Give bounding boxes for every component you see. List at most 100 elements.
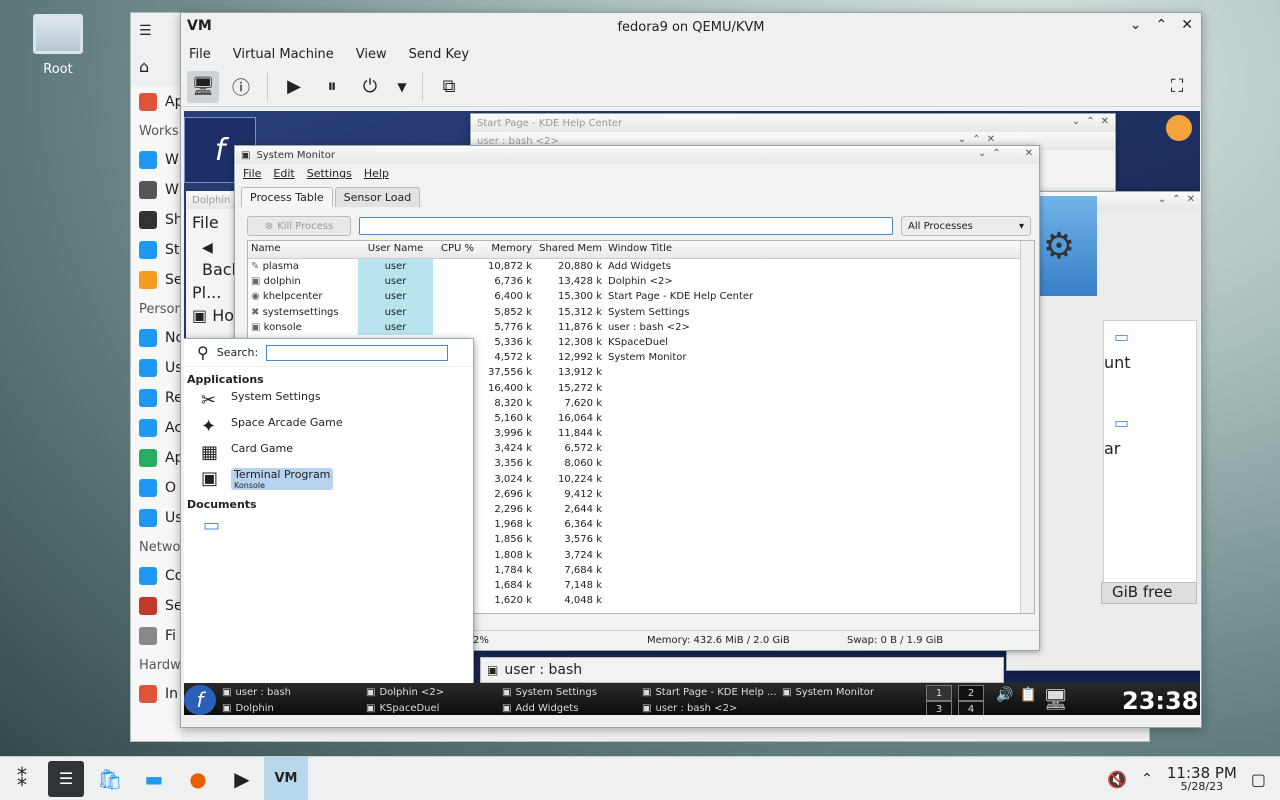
kmenu-app-item[interactable]: ▣ Terminal Program Konsole — [184, 464, 473, 490]
minimize-icon[interactable]: ⌄ — [978, 148, 986, 159]
maximize-icon[interactable]: ⌃ — [1086, 116, 1094, 127]
task-button[interactable]: ▣ Dolphin — [222, 700, 274, 715]
sidebar-item[interactable]: Ap — [131, 443, 181, 473]
sidebar-item[interactable]: Se — [131, 265, 181, 295]
vm-window[interactable]: VM fedora9 on QEMU/KVM ⌄ ⌃ ✕ File Virtual… — [180, 12, 1202, 728]
sidebar-item[interactable]: Fi — [131, 621, 181, 651]
pager-desktop-1[interactable]: 1 — [926, 685, 952, 701]
app-launcher-icon[interactable]: ⁑ — [0, 757, 44, 800]
sidebar-item[interactable]: W — [131, 145, 181, 175]
chevron-up-icon[interactable]: ⌃ — [1156, 17, 1168, 33]
virt-manager-icon[interactable]: VM — [264, 756, 308, 800]
task-button[interactable]: ▣ Dolphin <2> — [366, 684, 444, 700]
close-icon[interactable]: ✕ — [1187, 194, 1195, 205]
sidebar-item[interactable]: Co — [131, 561, 181, 591]
home-icon[interactable]: ⌂ — [139, 57, 149, 76]
desktop-icon-root[interactable]: Root — [28, 14, 88, 77]
close-icon[interactable]: ✕ — [1181, 17, 1193, 33]
kmenu-app-item[interactable]: ✦ Space Arcade Game — [184, 412, 473, 438]
sidebar-item[interactable]: Ac — [131, 413, 181, 443]
task-button[interactable]: ▣ user : bash — [222, 684, 291, 700]
task-button[interactable]: ▣ Add Widgets — [502, 700, 578, 715]
column-header[interactable]: CPU % — [433, 241, 477, 258]
firefox-icon[interactable]: ● — [176, 757, 220, 800]
console-icon[interactable]: 🖥 — [187, 70, 219, 103]
chevron-up-icon[interactable]: ⌃ — [1141, 771, 1153, 787]
table-row[interactable]: ▣ dolphin user 6,736 k 13,428 k Dolphin <2> — [248, 274, 1034, 290]
pager-desktop-4[interactable]: 4 — [958, 701, 984, 715]
terminal-icon[interactable]: ▶ — [220, 757, 264, 800]
computer-icon[interactable]: 🖥 — [1043, 687, 1068, 711]
sidebar-item[interactable]: Sh — [131, 205, 181, 235]
column-header[interactable]: Shared Mem — [535, 241, 605, 258]
table-row[interactable]: ✖ systemsettings user 5,852 k 15,312 k Syste… — [248, 304, 1034, 320]
fullscreen-icon[interactable]: ⛶ — [1161, 71, 1193, 103]
close-icon[interactable]: ✕ — [1025, 148, 1033, 159]
show-desktop-icon[interactable]: ▢ — [1251, 770, 1266, 789]
close-icon[interactable]: ✕ — [1101, 116, 1109, 127]
task-button[interactable]: ▣ System Settings — [502, 684, 597, 700]
maximize-icon[interactable]: ⌃ — [972, 134, 980, 145]
kmenu-app-item[interactable]: ✂ System Settings — [184, 386, 473, 412]
column-header[interactable]: User Name — [358, 241, 433, 258]
table-scrollbar[interactable] — [1020, 241, 1034, 613]
minimize-icon[interactable]: ⌄ — [1072, 116, 1080, 127]
folder-icon[interactable]: ▭ — [184, 511, 473, 540]
pager-desktop-3[interactable]: 3 — [926, 701, 952, 715]
volume-muted-icon[interactable]: 🔇 — [1107, 770, 1127, 789]
pager-desktop-2[interactable]: 2 — [958, 685, 984, 701]
sysmon-menu-item[interactable]: Settings — [307, 167, 352, 180]
settings-app-icon[interactable]: ☰ — [48, 760, 84, 797]
power-icon[interactable]: ⏻ — [354, 71, 386, 103]
sidebar-item[interactable]: W — [131, 175, 181, 205]
sidebar-item[interactable]: Us — [131, 503, 181, 533]
task-button[interactable]: ▣ user : bash <2> — [642, 700, 737, 715]
sidebar-item[interactable]: In — [131, 679, 181, 709]
fedora-menu-icon[interactable]: f — [184, 685, 216, 715]
sidebar-item[interactable]: No — [131, 323, 181, 353]
process-filter-select[interactable]: All Processes ▾ — [901, 216, 1031, 236]
dolphin-file-view[interactable]: ▭ unt ▭ ar — [1103, 320, 1197, 590]
power-dropdown-icon[interactable]: ▼ — [392, 71, 412, 103]
host-clock[interactable]: 11:38 PM 5/28/23 — [1167, 765, 1237, 794]
minimize-icon[interactable]: ⌄ — [1158, 194, 1166, 205]
vm-menu-item[interactable]: Virtual Machine — [233, 47, 334, 62]
sidebar-item[interactable]: Us — [131, 353, 181, 383]
sidebar-item[interactable]: Re — [131, 383, 181, 413]
sysmon-menu-item[interactable]: Help — [364, 167, 389, 180]
snapshots-icon[interactable]: ⧉ — [433, 71, 465, 103]
vm-menu-item[interactable]: View — [356, 47, 387, 62]
column-header[interactable]: Name — [248, 241, 358, 258]
kmenu-search-input[interactable] — [266, 344, 449, 361]
guest-display[interactable]: f Start Page - KDE Help Center ⌄ ⌃ ✕ user :… — [184, 111, 1200, 715]
play-icon[interactable]: ▶ — [278, 71, 310, 103]
vm-menu-item[interactable]: File — [189, 47, 211, 62]
task-button[interactable]: ▣ System Monitor — [782, 684, 874, 700]
maximize-icon[interactable]: ⌃ — [992, 148, 1000, 159]
column-header[interactable]: Window Title — [605, 241, 1025, 258]
tab-process-table[interactable]: Process Table — [241, 187, 333, 207]
column-header[interactable]: Memory — [477, 241, 535, 258]
minimize-icon[interactable]: ⌄ — [958, 134, 966, 145]
sidebar-item[interactable]: Se — [131, 591, 181, 621]
table-row[interactable]: ✎ plasma user 10,872 k 20,880 k Add Widgets — [248, 259, 1034, 275]
tab-sensor-load[interactable]: Sensor Load — [334, 187, 421, 207]
table-row[interactable]: ◉ khelpcenter user 6,400 k 15,300 k Start Pa… — [248, 289, 1034, 305]
table-row[interactable]: ▣ konsole user 5,776 k 11,876 k user : bash … — [248, 319, 1034, 335]
process-search-input[interactable] — [359, 217, 893, 235]
task-button[interactable]: ▣ KSpaceDuel — [366, 700, 439, 715]
sysmon-menu-item[interactable]: File — [243, 167, 261, 180]
maximize-icon[interactable]: ⌃ — [1172, 194, 1180, 205]
sidebar-item[interactable]: St — [131, 235, 181, 265]
chevron-down-icon[interactable]: ⌄ — [1130, 17, 1142, 33]
pause-icon[interactable]: ⏸ — [316, 71, 348, 103]
clipboard-icon[interactable]: 📋 — [1019, 687, 1036, 711]
bash-window[interactable]: ▣ user : bash — [480, 657, 1004, 683]
file-manager-icon[interactable]: ▬ — [132, 757, 176, 800]
vm-menu-item[interactable]: Send Key — [409, 47, 469, 62]
sidebar-item[interactable]: Ap — [131, 87, 181, 117]
sidebar-item[interactable]: O — [131, 473, 181, 503]
kill-process-button[interactable]: ⊗ Kill Process — [247, 216, 351, 236]
close-icon[interactable]: ✕ — [987, 134, 995, 145]
volume-icon[interactable]: 🔊 — [996, 687, 1013, 711]
